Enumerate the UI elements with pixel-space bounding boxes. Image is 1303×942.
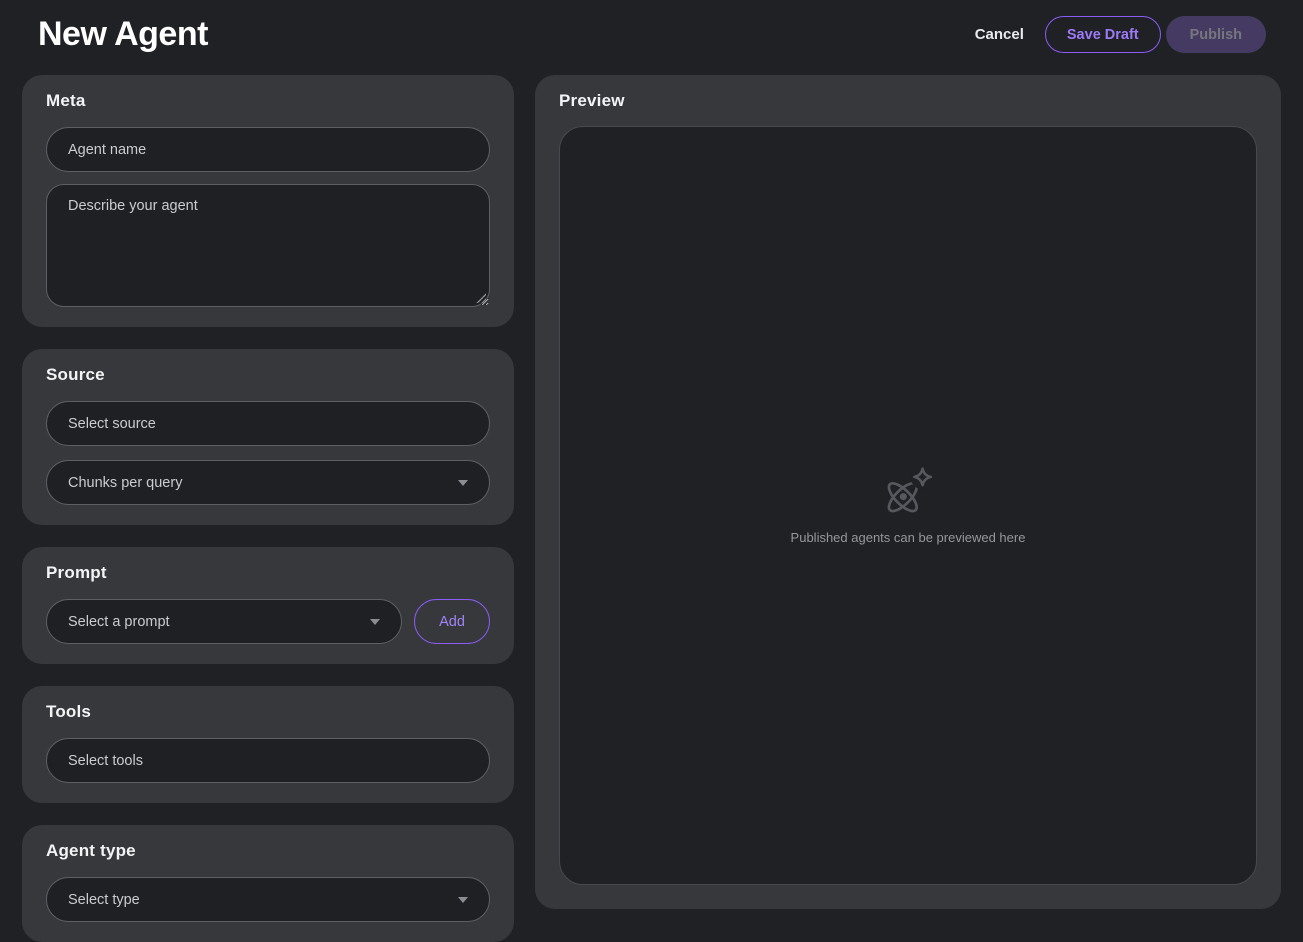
tools-card: Tools bbox=[22, 686, 514, 803]
meta-card: Meta bbox=[22, 75, 514, 327]
page-title: New Agent bbox=[38, 15, 208, 54]
header: New Agent Cancel Save Draft Publish bbox=[0, 0, 1303, 75]
chevron-down-icon bbox=[458, 897, 468, 903]
preview-area: Published agents can be previewed here bbox=[559, 126, 1257, 885]
preview-section-title: Preview bbox=[559, 91, 1257, 111]
publish-button[interactable]: Publish bbox=[1166, 16, 1266, 53]
chevron-down-icon bbox=[458, 480, 468, 486]
add-prompt-button[interactable]: Add bbox=[414, 599, 490, 644]
select-source-input[interactable] bbox=[46, 401, 490, 446]
main-content: Meta Source Chunks per query Prompt Sele… bbox=[0, 75, 1303, 942]
chunks-per-query-label: Chunks per query bbox=[68, 475, 182, 491]
prompt-select[interactable]: Select a prompt bbox=[46, 599, 402, 644]
source-section-title: Source bbox=[46, 365, 490, 385]
header-actions: Cancel Save Draft Publish bbox=[975, 16, 1266, 53]
source-card: Source Chunks per query bbox=[22, 349, 514, 525]
chevron-down-icon bbox=[370, 619, 380, 625]
agent-type-section-title: Agent type bbox=[46, 841, 490, 861]
prompt-row: Select a prompt Add bbox=[46, 599, 490, 644]
prompt-section-title: Prompt bbox=[46, 563, 490, 583]
agent-type-card: Agent type Select type bbox=[22, 825, 514, 942]
agent-type-select[interactable]: Select type bbox=[46, 877, 490, 922]
save-draft-button[interactable]: Save Draft bbox=[1045, 16, 1161, 53]
preview-card: Preview Published agents can be previewe… bbox=[535, 75, 1281, 909]
meta-section-title: Meta bbox=[46, 91, 490, 111]
agent-description-wrap bbox=[46, 184, 490, 307]
form-column: Meta Source Chunks per query Prompt Sele… bbox=[22, 75, 514, 942]
prompt-card: Prompt Select a prompt Add bbox=[22, 547, 514, 664]
prompt-select-label: Select a prompt bbox=[68, 614, 170, 630]
tools-section-title: Tools bbox=[46, 702, 490, 722]
atom-sparkle-icon bbox=[880, 466, 936, 518]
agent-description-textarea[interactable] bbox=[46, 184, 490, 307]
preview-empty-text: Published agents can be previewed here bbox=[791, 530, 1026, 545]
select-tools-input[interactable] bbox=[46, 738, 490, 783]
chunks-per-query-select[interactable]: Chunks per query bbox=[46, 460, 490, 505]
agent-name-input[interactable] bbox=[46, 127, 490, 172]
agent-type-select-label: Select type bbox=[68, 892, 140, 908]
cancel-button[interactable]: Cancel bbox=[975, 26, 1024, 43]
